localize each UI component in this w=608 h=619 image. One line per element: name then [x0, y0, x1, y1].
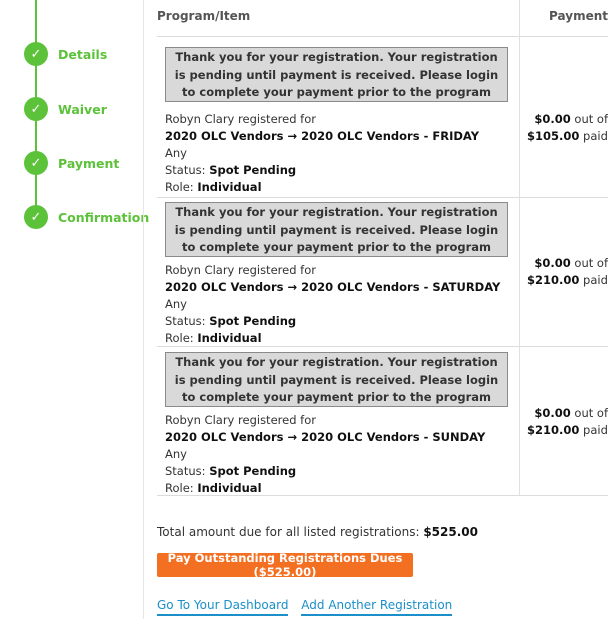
- step-label: Confirmation: [58, 209, 150, 225]
- payment-cell: $0.00 out of $210.00 paid.: [527, 405, 608, 439]
- amount-paid: $0.00: [534, 406, 571, 420]
- pending-notice: Thank you for your registration. Your re…: [165, 202, 508, 257]
- role-value: Individual: [197, 481, 262, 495]
- footer-links: Go To Your Dashboard Add Another Registr…: [157, 598, 461, 616]
- step-rail: ✓ Details ✓ Waiver ✓ Payment ✓ Confirmat…: [0, 0, 149, 619]
- program-name: 2020 OLC Vendors → 2020 OLC Vendors - SA…: [165, 280, 501, 294]
- status-value: Spot Pending: [209, 464, 297, 478]
- table-row: Thank you for your registration. Your re…: [157, 348, 608, 496]
- registrant-line: Robyn Clary registered for: [165, 413, 316, 427]
- out-of-text: out of: [574, 112, 608, 126]
- registration-details: Robyn Clary registered for 2020 OLC Vend…: [165, 111, 515, 196]
- add-registration-link[interactable]: Add Another Registration: [301, 598, 453, 616]
- amount-total: $210.00: [527, 273, 580, 287]
- dashboard-link[interactable]: Go To Your Dashboard: [157, 598, 289, 616]
- program-name: 2020 OLC Vendors → 2020 OLC Vendors - SU…: [165, 430, 486, 444]
- out-of-text: out of: [574, 406, 608, 420]
- pending-notice: Thank you for your registration. Your re…: [165, 47, 508, 102]
- role-label: Role:: [165, 481, 194, 495]
- registrant-line: Robyn Clary registered for: [165, 263, 316, 277]
- status-label: Status:: [165, 464, 206, 478]
- step-payment[interactable]: ✓ Payment: [24, 151, 119, 175]
- status-label: Status:: [165, 163, 206, 177]
- rail-divider: [143, 0, 144, 619]
- registration-details: Robyn Clary registered for 2020 OLC Vend…: [165, 262, 515, 347]
- paid-suffix: paid.: [583, 129, 608, 143]
- table-row: Thank you for your registration. Your re…: [157, 199, 608, 347]
- step-label: Payment: [58, 155, 120, 171]
- header-program: Program/Item: [157, 9, 251, 23]
- role-value: Individual: [197, 180, 262, 194]
- amount-paid: $0.00: [534, 256, 571, 270]
- pending-notice: Thank you for your registration. Your re…: [165, 352, 508, 407]
- check-icon: ✓: [24, 151, 48, 175]
- payment-cell: $0.00 out of $210.00 paid.: [527, 255, 608, 289]
- total-due-label: Total amount due for all listed registra…: [157, 525, 420, 539]
- status-value: Spot Pending: [209, 314, 297, 328]
- check-icon: ✓: [24, 42, 48, 66]
- out-of-text: out of: [574, 256, 608, 270]
- step-label: Details: [58, 46, 108, 62]
- step-label: Waiver: [58, 101, 107, 117]
- header-payment: Payment: [549, 9, 608, 23]
- amount-paid: $0.00: [534, 112, 571, 126]
- payment-cell: $0.00 out of $105.00 paid.: [527, 111, 608, 145]
- pay-outstanding-button[interactable]: Pay Outstanding Registrations Dues ($525…: [157, 551, 413, 579]
- role-label: Role:: [165, 180, 194, 194]
- paid-suffix: paid.: [583, 423, 608, 437]
- role-label: Role:: [165, 331, 194, 345]
- amount-total: $105.00: [527, 129, 580, 143]
- program-option: Any: [165, 146, 187, 160]
- check-icon: ✓: [24, 97, 48, 121]
- role-value: Individual: [197, 331, 262, 345]
- registration-details: Robyn Clary registered for 2020 OLC Vend…: [165, 412, 515, 497]
- status-label: Status:: [165, 314, 206, 328]
- check-icon: ✓: [24, 205, 48, 229]
- total-due: Total amount due for all listed registra…: [157, 525, 478, 539]
- amount-total: $210.00: [527, 423, 580, 437]
- step-details[interactable]: ✓ Details: [24, 42, 107, 66]
- status-value: Spot Pending: [209, 163, 297, 177]
- registrant-line: Robyn Clary registered for: [165, 112, 316, 126]
- program-name: 2020 OLC Vendors → 2020 OLC Vendors - FR…: [165, 129, 480, 143]
- step-confirmation[interactable]: ✓ Confirmation: [24, 205, 149, 229]
- table-row: Thank you for your registration. Your re…: [157, 38, 608, 198]
- total-due-value: $525.00: [423, 525, 478, 539]
- table-header: Program/Item Payment: [157, 0, 608, 37]
- step-waiver[interactable]: ✓ Waiver: [24, 97, 107, 121]
- program-option: Any: [165, 297, 187, 311]
- paid-suffix: paid.: [583, 273, 608, 287]
- program-option: Any: [165, 447, 187, 461]
